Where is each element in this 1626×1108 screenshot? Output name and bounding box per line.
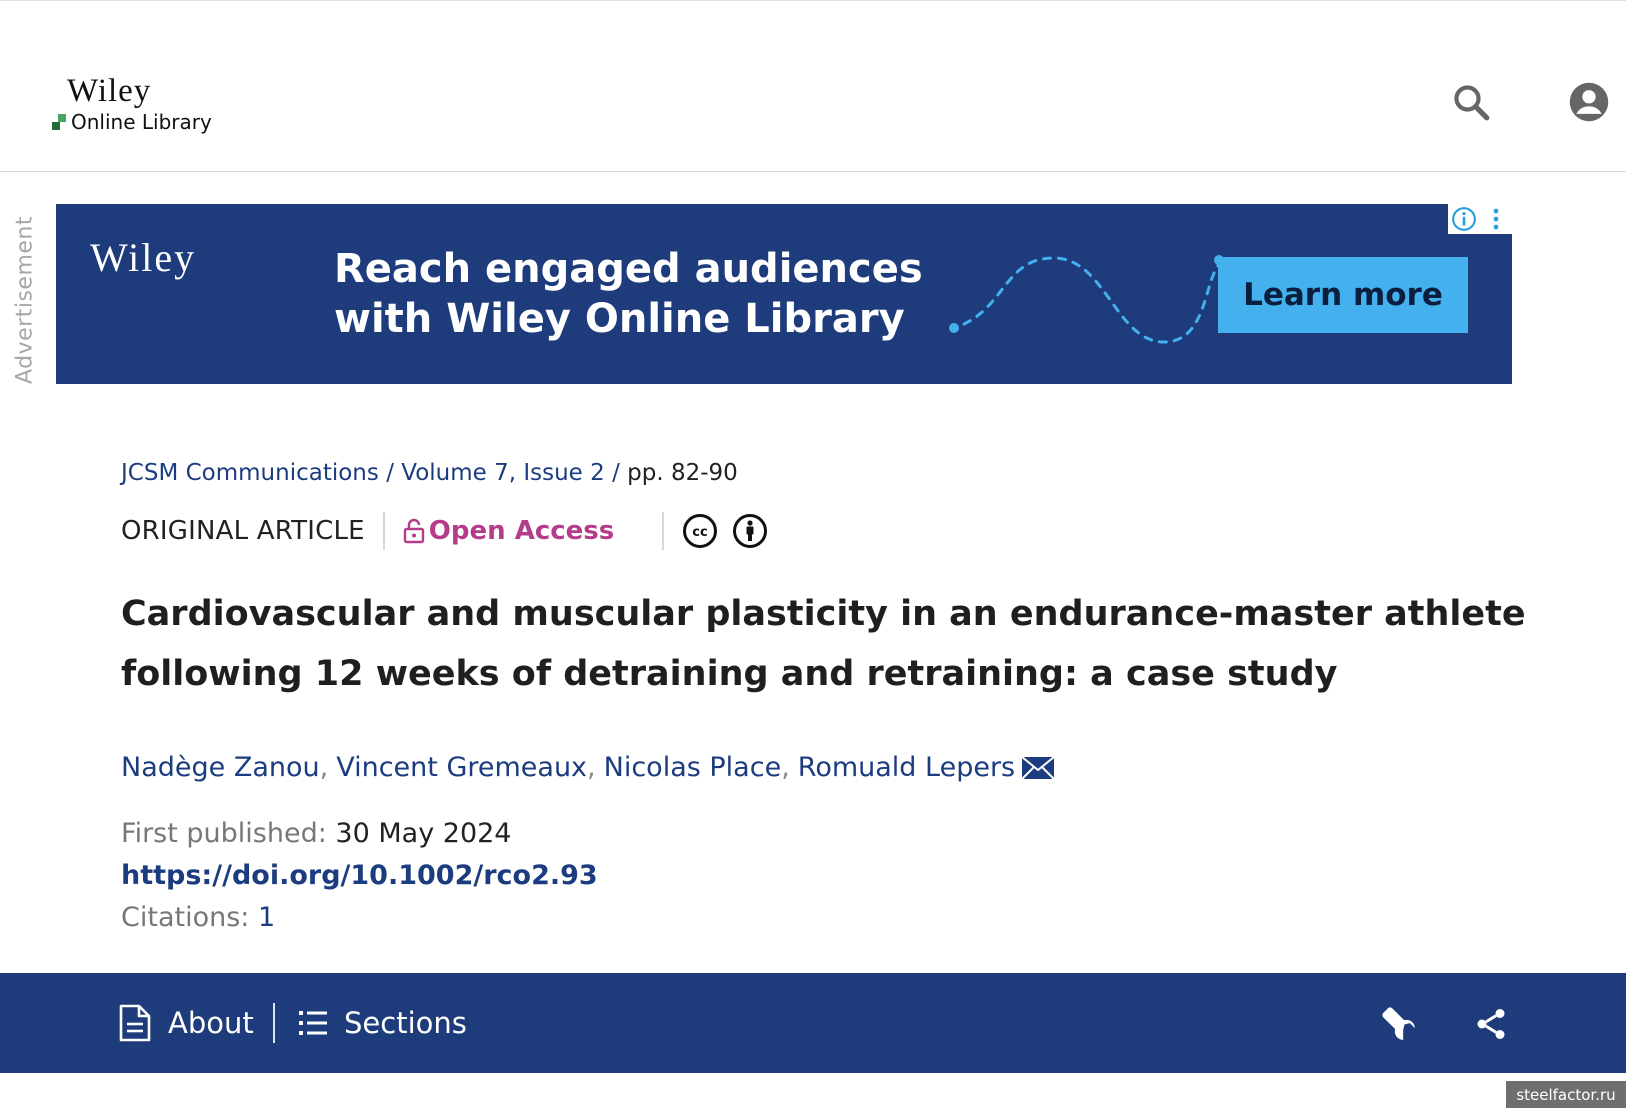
ad-menu-icon[interactable]: [1480, 204, 1512, 234]
breadcrumb: JCSM Communications / Volume 7, Issue 2 …: [121, 460, 738, 486]
article-title: Cardiovascular and muscular plasticity i…: [121, 594, 1526, 694]
open-access-badge: Open Access: [403, 516, 614, 546]
first-published-date: 30 May 2024: [335, 818, 512, 849]
author-separator: ,: [781, 752, 790, 783]
citations-count-link[interactable]: 1: [258, 902, 275, 933]
search-icon[interactable]: [1448, 79, 1494, 125]
share-icon[interactable]: [1468, 1001, 1514, 1047]
svg-text:cc: cc: [693, 525, 708, 540]
divider: [382, 512, 385, 550]
dotted-wave-graphic: [949, 255, 1224, 344]
citations: Citations: 1: [121, 902, 275, 933]
article-toolbar: About Sections: [0, 973, 1626, 1073]
document-icon: [119, 1004, 151, 1042]
first-published-label: First published:: [121, 818, 327, 849]
cc-icon: cc: [683, 514, 718, 548]
about-button[interactable]: About: [118, 999, 254, 1047]
toolbar-divider: [273, 1003, 275, 1043]
cc-by-icon: [733, 514, 768, 548]
account-icon[interactable]: [1566, 79, 1612, 125]
breadcrumb-journal[interactable]: JCSM Communications: [121, 460, 379, 486]
logo-squares-icon: [52, 114, 68, 130]
sections-label: Sections: [344, 1006, 467, 1040]
doi-link[interactable]: https://doi.org/10.1002/rco2.93: [121, 860, 598, 891]
author-link[interactable]: Vincent Gremeaux: [336, 752, 587, 783]
author-link[interactable]: Nicolas Place: [604, 752, 782, 783]
list-icon: [299, 1011, 327, 1035]
ad-info-icon[interactable]: [1448, 204, 1480, 234]
breadcrumb-issue[interactable]: Volume 7, Issue 2: [401, 460, 605, 486]
email-envelope-icon[interactable]: [1021, 755, 1055, 781]
about-label: About: [168, 1006, 254, 1040]
logo-subtitle-row: Online Library: [52, 110, 212, 134]
ad-headline: Reach engaged audiences with Wiley Onlin…: [334, 244, 923, 344]
advertisement-label: Advertisement: [8, 215, 42, 385]
author-separator: ,: [319, 752, 329, 783]
author-separator: ,: [587, 752, 596, 783]
wiley-online-library-logo[interactable]: Wiley Online Library: [52, 75, 212, 134]
first-published: First published: 30 May 2024: [121, 818, 511, 849]
breadcrumb-pages: pp. 82-90: [627, 460, 738, 486]
article-type: ORIGINAL ARTICLE: [121, 516, 365, 546]
ad-banner[interactable]: Wiley Reach engaged audiences with Wiley…: [56, 204, 1512, 384]
ad-choices: [1448, 204, 1512, 234]
watermark: steelfactor.ru: [1506, 1081, 1626, 1108]
wrench-icon[interactable]: [1376, 1001, 1422, 1047]
sections-button[interactable]: Sections: [298, 999, 467, 1047]
license-icons[interactable]: cc: [682, 513, 768, 549]
logo-brand: Wiley: [67, 73, 152, 109]
breadcrumb-separator: /: [612, 460, 628, 486]
ad-headline-line1: Reach engaged audiences: [334, 246, 923, 292]
open-lock-icon: [403, 518, 424, 544]
breadcrumb-separator: /: [386, 460, 402, 486]
divider: [662, 512, 665, 550]
ad-headline-line2: with Wiley Online Library: [334, 296, 905, 342]
logo-subtitle: Online Library: [71, 110, 212, 134]
ad-brand-logo: Wiley: [90, 235, 197, 280]
author-link[interactable]: Nadège Zanou: [121, 752, 320, 783]
open-access-text: Open Access: [428, 516, 615, 546]
site-header: Wiley Online Library: [0, 0, 1626, 172]
learn-more-button[interactable]: Learn more: [1218, 257, 1468, 333]
author-list: Nadège Zanou, Vincent Gremeaux, Nicolas …: [121, 752, 1055, 783]
advertisement-label-text: Advertisement: [12, 216, 38, 384]
article-meta-row: ORIGINAL ARTICLE Open Access cc: [121, 510, 768, 552]
author-link[interactable]: Romuald Lepers: [798, 752, 1015, 783]
citations-label: Citations:: [121, 902, 250, 933]
